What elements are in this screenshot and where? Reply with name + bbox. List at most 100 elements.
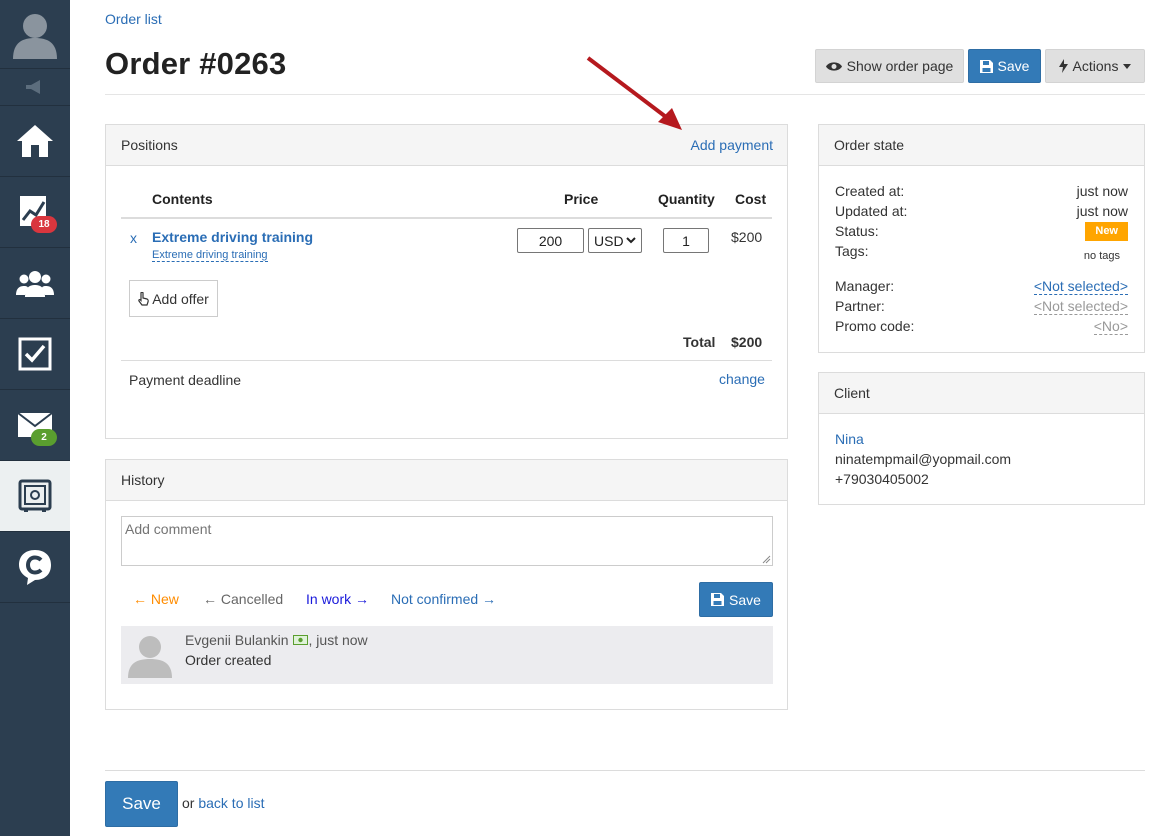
sidebar-users[interactable] <box>0 248 70 319</box>
megaphone-icon <box>26 80 40 94</box>
status-not-confirmed-link[interactable]: Not confirmed → <box>391 591 496 607</box>
tags-value[interactable]: no tags <box>1084 250 1120 262</box>
client-phone: +79030405002 <box>835 471 929 487</box>
history-time: , just now <box>308 632 368 648</box>
sidebar-notifications[interactable] <box>0 69 70 106</box>
status-not-confirmed-label: Not confirmed <box>391 591 479 607</box>
order-state-title: Order state <box>834 137 905 153</box>
user-avatar-icon <box>13 14 57 59</box>
history-entry-meta: Evgenii Bulankin , just now <box>185 632 368 648</box>
mail-badge: 2 <box>31 429 57 446</box>
bolt-icon <box>1058 59 1068 73</box>
page-title: Order #0263 <box>105 46 287 81</box>
actions-label: Actions <box>1072 58 1119 74</box>
manager-label: Manager: <box>835 278 895 294</box>
currency-value: USD <box>594 232 624 249</box>
sidebar-avatar[interactable] <box>0 0 70 69</box>
status-badge[interactable]: New <box>1085 222 1128 241</box>
updated-at-label: Updated at: <box>835 203 908 219</box>
hand-pointer-icon <box>138 291 150 306</box>
status-in-work-link[interactable]: In work → <box>306 591 369 607</box>
total-value: $200 <box>731 334 763 350</box>
manager-select[interactable]: <Not selected> <box>1033 278 1128 295</box>
partner-select[interactable]: <Not selected> <box>1033 298 1128 315</box>
item-cost: $200 <box>731 229 763 245</box>
item-name-link[interactable]: Extreme driving training <box>152 229 313 245</box>
annotation-arrow-icon <box>586 56 682 130</box>
column-cost: Cost <box>735 191 767 207</box>
status-cancelled-link[interactable]: ← Cancelled <box>203 591 283 607</box>
checkbox-icon <box>18 337 52 371</box>
actions-dropdown-button[interactable]: Actions <box>1045 49 1145 83</box>
chevron-down-icon <box>626 237 636 244</box>
safe-icon <box>18 479 52 512</box>
status-new-link[interactable]: ← New <box>133 591 179 607</box>
header-save-button[interactable]: Save <box>968 49 1041 83</box>
money-icon <box>292 635 308 645</box>
promo-code-label: Promo code: <box>835 318 915 334</box>
analytics-badge: 18 <box>31 216 57 233</box>
price-input[interactable] <box>517 228 584 253</box>
promo-code-select[interactable]: <No> <box>1093 318 1128 335</box>
history-save-label: Save <box>729 591 761 608</box>
floppy-disk-icon <box>979 59 993 73</box>
add-payment-link[interactable]: Add payment <box>691 137 774 153</box>
floppy-disk-icon <box>711 593 725 606</box>
sidebar-home[interactable] <box>0 106 70 177</box>
sidebar-chat[interactable] <box>0 532 70 603</box>
sidebar-tasks[interactable] <box>0 319 70 390</box>
resize-handle-icon[interactable] <box>762 555 771 564</box>
footer-save-button[interactable]: Save <box>105 781 178 827</box>
created-at-value: just now <box>1076 183 1128 199</box>
created-at-label: Created at: <box>835 183 905 199</box>
back-to-list-link[interactable]: back to list <box>198 795 264 811</box>
item-offer-link[interactable]: Extreme driving training <box>152 249 268 262</box>
positions-panel: Positions Add payment Contents Price Qua… <box>105 124 788 439</box>
history-title: History <box>121 472 165 488</box>
caret-down-icon <box>1123 63 1132 69</box>
client-name-link[interactable]: Nina <box>835 431 864 447</box>
remove-item-button[interactable]: x <box>130 230 137 246</box>
client-header: Client <box>819 373 1144 414</box>
currency-select[interactable]: USD <box>588 228 642 253</box>
tags-label: Tags: <box>835 243 869 259</box>
footer-save-label: Save <box>122 794 161 813</box>
column-quantity: Quantity <box>658 191 715 207</box>
updated-at-value: just now <box>1076 203 1128 219</box>
partner-label: Partner: <box>835 298 885 314</box>
total-label: Total <box>683 334 716 350</box>
show-order-page-button[interactable]: Show order page <box>815 49 964 83</box>
total-divider <box>121 360 772 361</box>
status-in-work-label: In work <box>306 591 352 607</box>
table-header-divider <box>121 217 772 219</box>
history-entry-text: Order created <box>185 652 272 668</box>
add-offer-button[interactable]: Add offer <box>129 280 218 317</box>
status-cancelled-label: Cancelled <box>220 591 284 607</box>
sidebar-analytics[interactable]: 18 <box>0 177 70 248</box>
comment-textarea[interactable] <box>121 516 773 566</box>
history-save-button[interactable]: Save <box>699 582 773 617</box>
quantity-input[interactable] <box>663 228 709 253</box>
chat-bubble-icon <box>19 550 51 585</box>
status-new-label: New <box>150 591 179 607</box>
show-order-page-label: Show order page <box>846 58 954 74</box>
sidebar-mail[interactable]: 2 <box>0 390 70 461</box>
column-contents: Contents <box>152 191 213 207</box>
footer-or-text: or back to list <box>182 795 264 811</box>
users-group-icon <box>16 271 54 297</box>
positions-title: Positions <box>121 137 178 153</box>
client-panel: Client Nina ninatempmail@yopmail.com +79… <box>818 372 1145 505</box>
column-price: Price <box>564 191 599 207</box>
or-label: or <box>182 795 195 811</box>
breadcrumb-order-list[interactable]: Order list <box>105 11 162 27</box>
payment-deadline-label: Payment deadline <box>129 372 242 388</box>
add-offer-label: Add offer <box>152 290 209 307</box>
history-panel-header: History <box>106 460 787 501</box>
change-deadline-link[interactable]: change <box>719 371 765 387</box>
sidebar: 18 2 <box>0 0 70 836</box>
order-state-header: Order state <box>819 125 1144 166</box>
home-icon <box>17 125 53 157</box>
sidebar-sales[interactable] <box>0 461 70 532</box>
footer-divider <box>105 770 1145 771</box>
user-avatar-icon <box>128 636 172 678</box>
